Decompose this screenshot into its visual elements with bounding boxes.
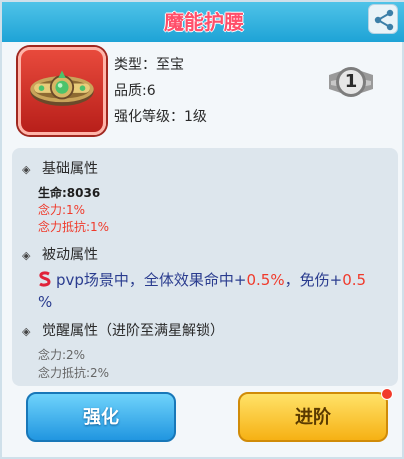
passive-text-b: ，免伤+ — [284, 271, 343, 289]
rank-number: 1 — [344, 71, 358, 92]
passive-effect: pvp场景中，全体效果命中+0.5%，免伤+0.5% — [38, 269, 390, 313]
passive-heading: ◈ 被动属性 — [22, 244, 98, 264]
item-icon-frame[interactable] — [18, 47, 106, 135]
awaken-attr-mind-resist: 念力抵抗:2% — [38, 366, 110, 380]
item-info: 类型：至宝 品质:6 强化等级：1级 — [114, 52, 207, 130]
rank-badge: 1 — [327, 63, 375, 101]
awaken-heading-text: 觉醒属性（进阶至满星解锁） — [42, 323, 224, 339]
passive-heading-text: 被动属性 — [42, 247, 98, 263]
passive-text-a: pvp场景中，全体效果命中+ — [56, 271, 247, 289]
s-rank-icon — [39, 271, 51, 287]
magic-belt-icon — [30, 70, 94, 106]
awaken-attr-mind: 念力:2% — [38, 348, 86, 362]
advance-button[interactable]: 进阶 — [238, 392, 388, 442]
item-detail-panel: 魔能护腰 类型：至宝 品质:6 强化等级：1级 1 ◈ 基础属性 生命:8036… — [0, 0, 404, 459]
strengthen-button[interactable]: 强化 — [26, 392, 176, 442]
diamond-bullet-icon: ◈ — [22, 249, 31, 262]
item-quality: 品质:6 — [114, 83, 156, 99]
base-attr-mind: 念力:1% — [38, 203, 86, 217]
passive-text-c: % — [38, 293, 53, 311]
item-type: 类型：至宝 — [114, 57, 184, 73]
base-attr-mind-resist: 念力抵抗:1% — [38, 220, 110, 234]
notification-dot — [381, 388, 393, 400]
awaken-heading: ◈ 觉醒属性（进阶至满星解锁） — [22, 320, 224, 340]
item-title: 魔能护腰 — [164, 10, 244, 34]
share-icon — [374, 9, 394, 31]
diamond-bullet-icon: ◈ — [22, 163, 31, 176]
base-attr-hp: 生命:8036 — [38, 186, 101, 200]
item-level: 强化等级：1级 — [114, 109, 207, 125]
passive-num-a: 0.5% — [246, 271, 285, 289]
base-attrs-heading-text: 基础属性 — [42, 161, 98, 177]
share-button[interactable] — [368, 4, 398, 34]
diamond-bullet-icon: ◈ — [22, 325, 31, 338]
passive-num-b: 0.5 — [342, 271, 367, 289]
base-attrs-heading: ◈ 基础属性 — [22, 158, 98, 178]
